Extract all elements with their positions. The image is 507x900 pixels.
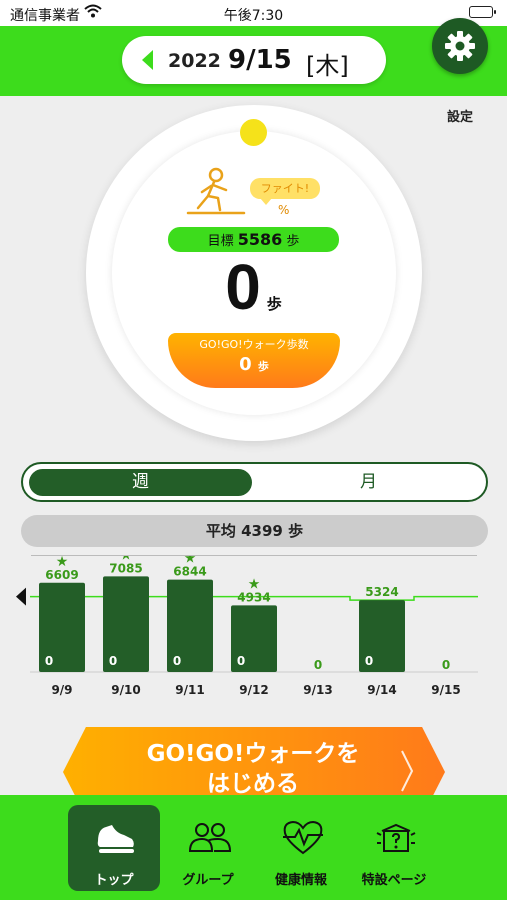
x-tick-label: 9/9 (51, 683, 72, 697)
today-steps: 0歩 (0, 250, 507, 324)
nav-special[interactable]: 特設ページ (348, 805, 440, 891)
bar-value-label: 0 (314, 658, 322, 672)
period-toggle: 週 月 (21, 462, 488, 502)
cheer-bubble: ファイト! (250, 178, 320, 205)
goal-unit: 歩 (286, 234, 300, 249)
nav-top[interactable]: トップ (68, 805, 160, 891)
bar-inner-label: 0 (173, 654, 181, 668)
start-gogo-walk-button[interactable]: GO!GO!ウォークを はじめる (63, 727, 445, 817)
nav-top-label: トップ (94, 873, 134, 888)
date-month-day: 9/15 (228, 45, 292, 75)
bottom-navigation: トップ グループ 健康情報 特設ページ (0, 795, 507, 900)
goal-value: 5586 (237, 230, 283, 249)
goal-star-icon: ★ (120, 556, 133, 563)
heart-pulse-icon (283, 820, 323, 855)
nav-health-label: 健康情報 (274, 873, 327, 888)
start-button-text: GO!GO!ウォークを はじめる (123, 739, 383, 799)
battery-icon (469, 6, 496, 18)
tab-month[interactable]: 月 (257, 469, 480, 496)
mystery-box-icon (376, 823, 416, 852)
today-steps-unit: 歩 (266, 295, 282, 313)
x-tick-label: 9/12 (239, 683, 268, 697)
daily-goal: 目標 5586 歩 (168, 227, 339, 252)
today-steps-value: 0 (225, 251, 261, 323)
bar-inner-label: 0 (45, 654, 53, 668)
bar-value-label: 6844 (173, 565, 206, 579)
x-tick-label: 9/11 (175, 683, 204, 697)
progress-marker (240, 119, 267, 146)
bar-value-label: 7085 (109, 561, 142, 575)
gogo-walk-steps: GO!GO!ウォーク歩数 0 歩 (168, 333, 340, 388)
goal-marker-icon (16, 587, 26, 606)
shoe-icon (97, 825, 134, 853)
group-icon (188, 823, 232, 852)
gear-icon (445, 31, 475, 61)
nav-health[interactable]: 健康情報 (255, 805, 347, 891)
date-year: 2022 (168, 50, 221, 72)
weekly-steps-chart: 6609★09/97085★09/106844★09/114934★09/120… (16, 556, 478, 697)
x-tick-label: 9/14 (367, 683, 396, 697)
status-bar: 通信事業者 午後7:30 (0, 0, 507, 26)
settings-label: 設定 (446, 110, 473, 125)
chevron-right-icon (401, 750, 414, 792)
gogo-walk-label: GO!GO!ウォーク歩数 (199, 338, 309, 351)
goal-star-icon: ★ (248, 576, 261, 592)
x-tick-label: 9/10 (111, 683, 140, 697)
average-steps: 平均 4399 歩 (21, 515, 488, 547)
goal-star-icon: ★ (56, 556, 69, 570)
tab-week[interactable]: 週 (29, 469, 252, 496)
gogo-walk-unit: 歩 (257, 360, 269, 373)
bar-value-label: 0 (442, 658, 450, 672)
nav-special-label: 特設ページ (361, 873, 427, 888)
gogo-walk-value: 0 (239, 354, 252, 375)
bar-value-label: 6609 (45, 568, 78, 582)
progress-percent: % (278, 203, 290, 217)
goal-prefix: 目標 (207, 234, 234, 249)
x-tick-label: 9/15 (431, 683, 460, 697)
bar-value-label: 5324 (365, 585, 398, 599)
bar-inner-label: 0 (109, 654, 117, 668)
previous-day-icon[interactable] (142, 50, 153, 70)
date-weekday: [木] (306, 52, 349, 80)
header: 2022 9/15 [木] (0, 26, 507, 96)
date-selector: 2022 9/15 [木] (122, 36, 386, 84)
settings-button[interactable] (432, 18, 488, 74)
x-tick-label: 9/13 (303, 683, 332, 697)
bar-inner-label: 0 (365, 654, 373, 668)
nav-group-label: グループ (182, 873, 234, 888)
bar-inner-label: 0 (237, 654, 245, 668)
bar-value-label: 4934 (237, 590, 270, 604)
nav-group[interactable]: グループ (162, 805, 254, 891)
walker-icon (186, 166, 246, 222)
goal-star-icon: ★ (184, 556, 197, 567)
clock: 午後7:30 (223, 8, 284, 24)
start-button-line1: GO!GO!ウォークを (146, 741, 360, 767)
